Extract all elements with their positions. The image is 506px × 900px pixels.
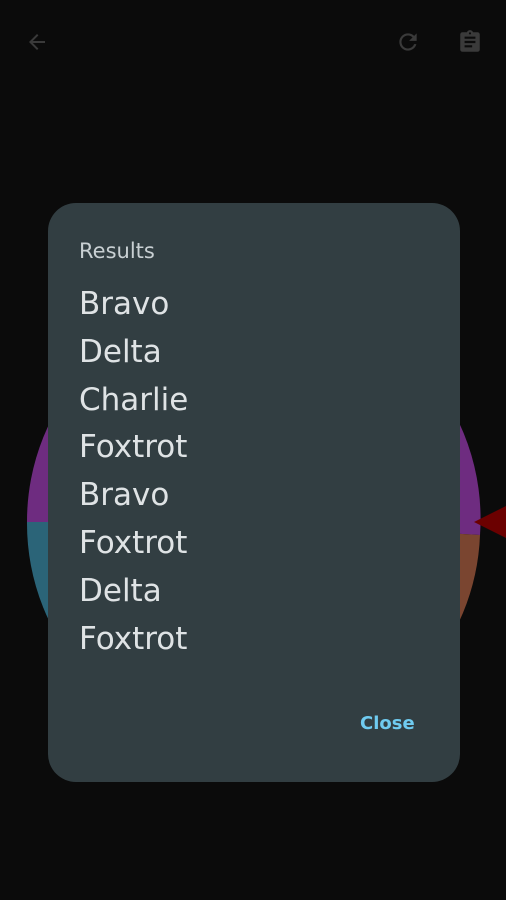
- dialog-title: Results: [79, 239, 155, 263]
- refresh-icon: [399, 33, 417, 51]
- arrow-back-icon: [29, 34, 45, 50]
- results-list: Bravo Delta Charlie Foxtrot Bravo Foxtrot Delt…: [79, 281, 188, 663]
- result-item: Delta: [79, 572, 162, 609]
- result-item: Delta: [79, 333, 162, 370]
- clipboard-button[interactable]: [450, 22, 490, 62]
- close-button[interactable]: Close: [348, 705, 427, 741]
- top-app-bar: [0, 0, 506, 84]
- result-item: Foxtrot: [79, 429, 188, 466]
- result-item: Bravo: [79, 477, 170, 514]
- result-item: Foxtrot: [79, 524, 188, 561]
- results-dialog: Results Bravo Delta Charlie Foxtrot Bravo Fox…: [48, 203, 460, 782]
- result-item: Bravo: [79, 286, 170, 322]
- app-screen: Results Bravo Delta Charlie Foxtrot Bravo Fox…: [0, 0, 506, 900]
- result-item: Foxtrot: [79, 620, 188, 657]
- result-item: Charlie: [79, 381, 189, 418]
- refresh-button[interactable]: [388, 22, 428, 62]
- back-button[interactable]: [17, 22, 57, 62]
- clipboard-icon: [460, 30, 480, 52]
